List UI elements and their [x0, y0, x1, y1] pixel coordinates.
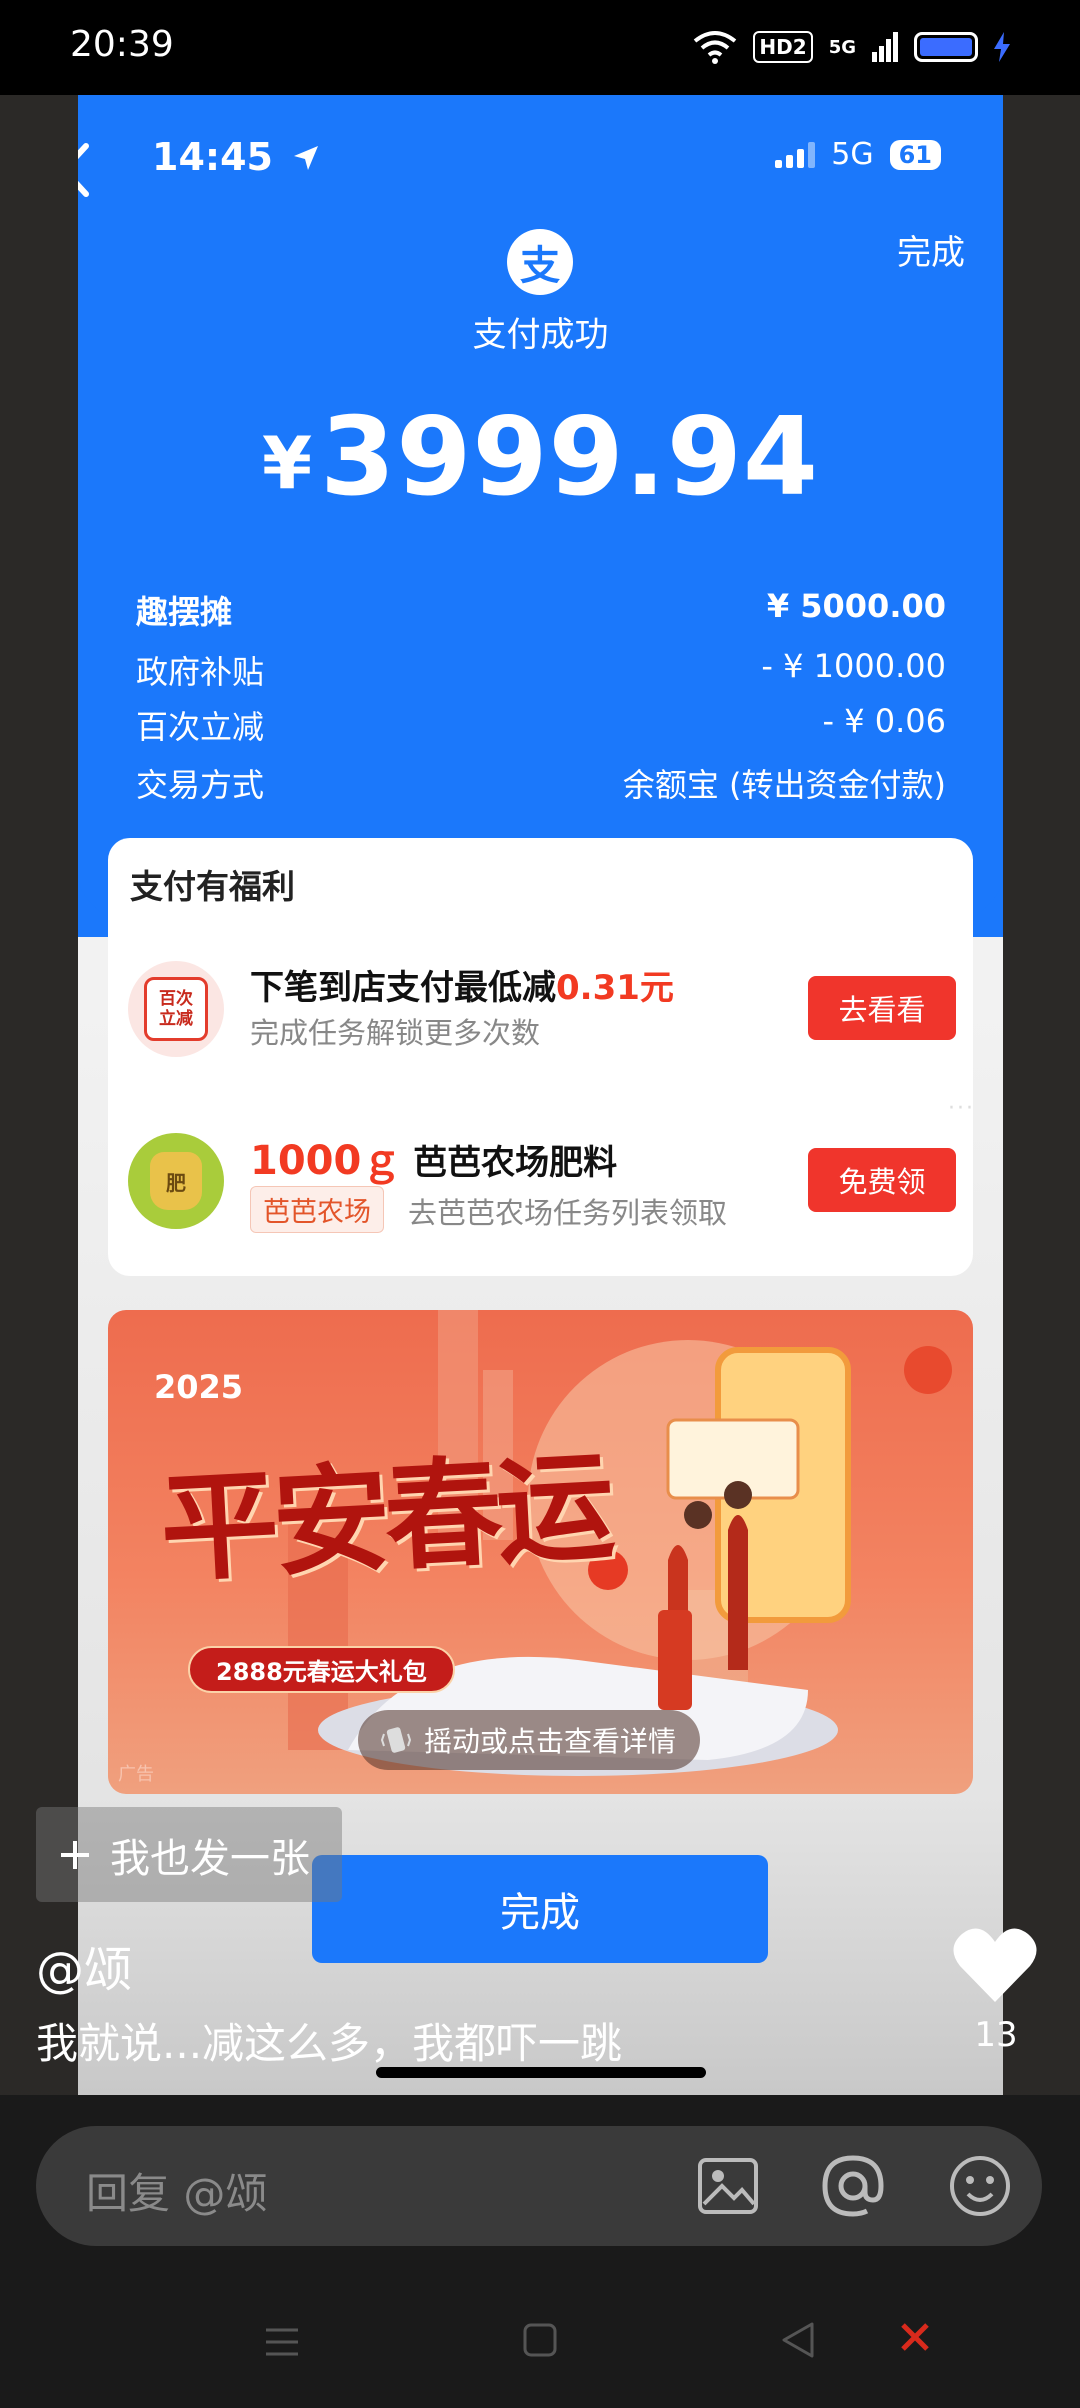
like-count: 13	[974, 2015, 1018, 2055]
hd-badge: HD2	[753, 31, 813, 63]
emoji-icon[interactable]	[948, 2154, 1012, 2218]
ticket-icon-text: 百次 立减	[144, 977, 208, 1041]
payment-status: 支付成功	[472, 315, 609, 355]
reply-placeholder: 回复 @颂	[86, 2169, 268, 2218]
heart-icon[interactable]	[950, 1920, 1040, 2010]
benefits-card: 支付有福利 百次 立减 下笔到店支付最低减0.31元 完成任务解锁更多次数 去看…	[108, 838, 973, 1276]
benefit-item2-subtitle: 去芭芭农场任务列表领取	[408, 1196, 728, 1230]
alipay-logo-icon: 支	[507, 229, 573, 295]
detail-row-merchant: 趣摆摊 ¥ 5000.00	[136, 587, 946, 633]
post-too-button[interactable]: 我也发一张	[36, 1807, 342, 1902]
amount-value: 3999.94	[320, 395, 819, 520]
benefit-highlight: 1000ｇ	[250, 1138, 402, 1184]
home-nav-icon[interactable]	[520, 2320, 560, 2360]
inner-time-text: 14:45	[152, 135, 273, 179]
more-dots-icon: ···	[948, 1096, 975, 1121]
post-username[interactable]: @颂	[36, 1930, 132, 2000]
post-too-label: 我也发一张	[110, 1835, 310, 1882]
system-time: 20:39	[70, 24, 174, 65]
detail-label: 交易方式	[136, 766, 265, 804]
currency-symbol: ¥	[261, 421, 313, 505]
network-type: 5G	[828, 36, 856, 58]
detail-row-discount: 百次立减 - ¥ 0.06	[136, 702, 946, 748]
image-icon[interactable]	[696, 2154, 760, 2218]
charging-icon	[994, 32, 1010, 62]
shake-hint-text: 摇动或点击查看详情	[424, 1725, 677, 1758]
spring-travel-banner[interactable]: 2025 平安春运 2888元春运大礼包 广告 摇动或点击查看详情	[108, 1310, 973, 1794]
benefit-title-text: 下笔到店支付最低减	[250, 968, 556, 1008]
benefit-item2-title: 1000ｇ 芭芭农场肥料	[250, 1128, 617, 1186]
detail-row-method: 交易方式 余额宝 (转出资金付款)	[136, 760, 946, 806]
fertilizer-sack: 肥	[150, 1152, 202, 1210]
banner-promo-label: 2888元春运大礼包	[188, 1646, 455, 1693]
benefit-title-text: 芭芭农场肥料	[413, 1143, 618, 1183]
detail-value: 余额宝 (转出资金付款)	[622, 766, 946, 804]
menu-nav-icon[interactable]	[262, 2322, 302, 2362]
shake-phone-icon	[380, 1727, 412, 1753]
inner-battery: 61	[889, 139, 941, 170]
shake-hint[interactable]: 摇动或点击查看详情	[358, 1710, 701, 1770]
benefit-item1-title: 下笔到店支付最低减0.31元	[250, 960, 674, 1009]
payment-screenshot: 14:45 5G 61 完成 支 支付成功 ¥3999.94 趣摆摊 ¥ 500…	[78, 95, 1003, 2095]
done-link[interactable]: 完成	[897, 225, 965, 274]
battery-icon	[914, 32, 978, 62]
payment-amount: ¥3999.94	[78, 395, 1003, 520]
inner-signal-icon	[775, 141, 816, 168]
view-button[interactable]: 去看看	[808, 976, 956, 1040]
detail-label: 趣摆摊	[136, 593, 233, 631]
inner-network: 5G	[831, 137, 874, 172]
benefits-title: 支付有福利	[130, 867, 295, 906]
ad-label: 广告	[118, 1764, 154, 1785]
banner-year: 2025	[154, 1368, 244, 1406]
benefit-highlight: 0.31元	[556, 968, 674, 1008]
detail-value: - ¥ 1000.00	[761, 647, 946, 685]
location-arrow-icon	[294, 146, 319, 170]
wifi-icon	[694, 31, 737, 64]
benefit-item1-subtitle: 完成任务解锁更多次数	[250, 1016, 541, 1050]
system-status-icons: HD2 5G	[693, 22, 1010, 72]
watermark-logo-icon	[900, 2322, 930, 2352]
signal-icon	[872, 32, 898, 62]
system-status-bar: 20:39 HD2 5G	[0, 0, 1080, 95]
fertilizer-icon: 肥	[128, 1133, 224, 1229]
inner-status-icons: 5G 61	[775, 137, 941, 172]
post-caption: 我就说...减这么多，我都吓一跳	[36, 2019, 623, 2068]
detail-label: 百次立减	[136, 708, 265, 746]
inner-status-time: 14:45	[152, 135, 320, 179]
back-nav-icon[interactable]	[778, 2320, 818, 2360]
farm-tag: 芭芭农场	[250, 1186, 384, 1233]
back-arrow-icon[interactable]	[78, 140, 96, 200]
banner-headline: 平安春运	[157, 1436, 612, 1599]
detail-label: 政府补贴	[136, 653, 265, 691]
claim-free-button[interactable]: 免费领	[808, 1148, 956, 1212]
detail-value: ¥ 5000.00	[766, 587, 946, 625]
detail-value: - ¥ 0.06	[822, 702, 947, 740]
detail-row-subsidy: 政府补贴 - ¥ 1000.00	[136, 647, 946, 693]
at-mention-icon[interactable]	[821, 2154, 885, 2218]
discount-ticket-icon: 百次 立减	[128, 961, 224, 1057]
done-button[interactable]: 完成	[312, 1855, 768, 1963]
plus-icon	[61, 1840, 89, 1869]
